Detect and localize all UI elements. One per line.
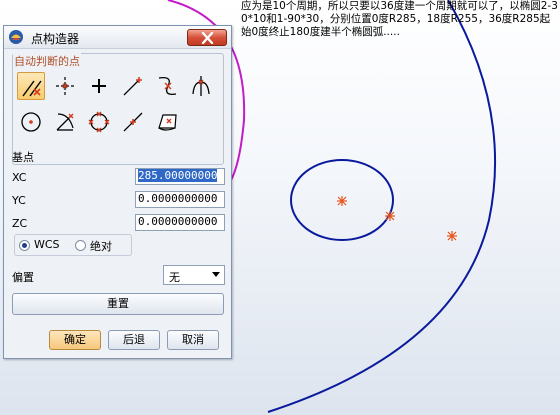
cancel-button[interactable]: 取消 [167,330,219,350]
xc-value: 285.00000000 [138,169,218,182]
quadrant-point-icon [88,111,110,133]
wcs-label: WCS [34,238,60,251]
offset-value: 无 [169,271,180,284]
offset-label: 偏置 [12,271,34,284]
tool-existing-point[interactable] [85,72,113,100]
arc-center-icon [21,112,41,132]
point-marker-ellipse-edge[interactable] [385,211,395,221]
cursor-location-icon [56,77,74,95]
end-point-icon [123,77,142,96]
point-marker-outer[interactable] [447,231,457,241]
chevron-down-icon [212,272,220,277]
offset-select[interactable]: 无 [163,265,225,285]
tool-end-point[interactable] [119,72,147,100]
tool-cursor-location[interactable] [51,72,79,100]
ok-button[interactable]: 确定 [49,330,101,350]
inferred-point-group-label: 自动判断的点 [13,53,81,69]
zc-label: ZC [12,217,28,230]
dialog-title: 点构造器 [31,32,80,46]
point-constructor-dialog: 点构造器 自动判断的点 基点 XC 285.00000000 YC 0.0000… [3,25,232,359]
base-point-label: 基点 [12,151,34,164]
tool-angle-on-arc[interactable] [51,108,79,136]
intersection-point-icon [192,76,210,96]
inferred-point-icon [22,80,42,97]
control-point-icon [158,77,177,95]
wcs-radio[interactable] [19,240,30,251]
dialog-titlebar[interactable]: 点构造器 [4,26,231,49]
existing-point-icon [92,79,106,93]
outer-circle-curve[interactable] [267,0,497,413]
tool-arc-center[interactable] [17,108,45,136]
close-icon [201,32,214,44]
coordinate-system-group [14,234,132,256]
zc-field[interactable]: 0.0000000000 [135,214,225,231]
point-on-surface-icon [158,114,177,131]
tool-point-on-curve[interactable] [119,108,147,136]
xc-label: XC [12,171,27,184]
xc-field[interactable]: 285.00000000 [135,168,225,185]
absolute-radio[interactable] [75,240,86,251]
tool-control-point[interactable] [153,72,181,100]
point-marker-center[interactable] [337,196,347,206]
absolute-label: 绝对 [90,240,112,253]
angle-on-arc-icon [56,113,74,131]
reset-button[interactable]: 重置 [12,293,224,315]
tool-inferred-point[interactable] [17,72,45,100]
tool-intersection-point[interactable] [187,72,215,100]
close-button[interactable] [187,29,227,46]
point-on-curve-icon [123,112,143,132]
tool-quadrant-point[interactable] [85,108,113,136]
app-logo-icon [8,29,24,45]
annotation-note: 应为是10个周期，所以只要以36度建一个周期就可以了，以椭圆2-30*10和1-… [241,0,558,38]
back-button[interactable]: 后退 [108,330,160,350]
yc-field[interactable]: 0.0000000000 [135,191,225,208]
yc-label: YC [12,194,26,207]
tool-point-on-surface[interactable] [153,108,181,136]
